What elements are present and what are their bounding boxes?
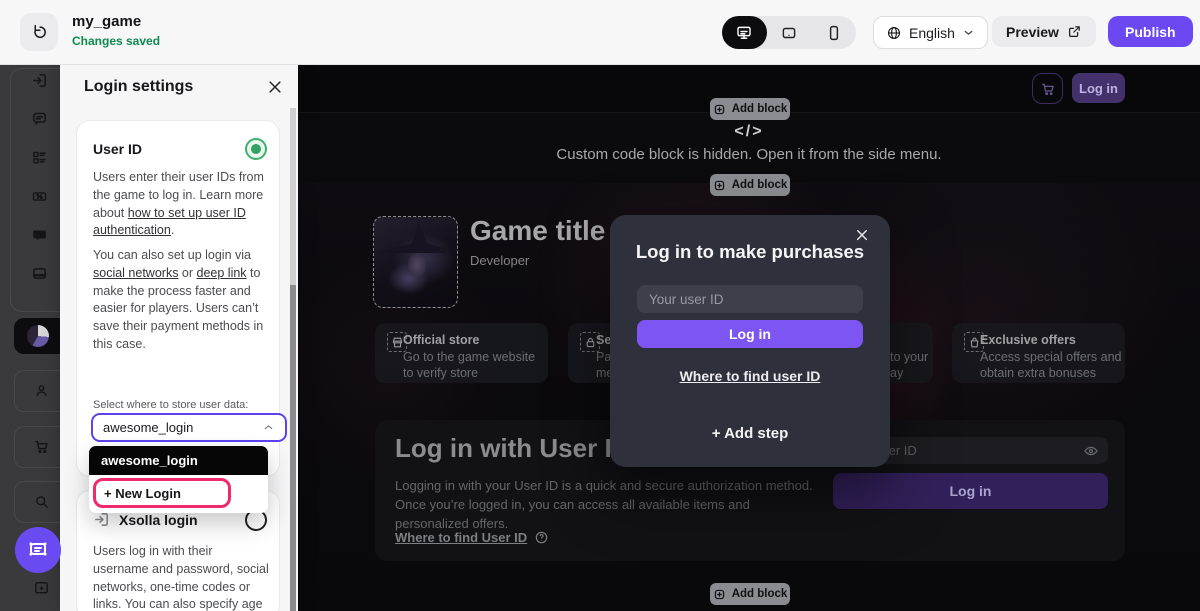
undo-icon — [30, 23, 48, 41]
xsolla-login-title: Xsolla login — [119, 512, 198, 528]
device-preview-switcher — [722, 16, 856, 49]
section-description: Logging in with your User ID is a quick … — [395, 477, 825, 534]
app-window: my_game Changes saved — [0, 0, 1200, 611]
login-settings-panel: Login settings User ID Users enter their… — [60, 64, 298, 611]
publish-button[interactable]: Publish — [1108, 16, 1193, 47]
login-project-dropdown: awesome_login + New Login — [89, 446, 268, 513]
game-title: Game title — [470, 215, 605, 247]
tablet-view-button[interactable] — [767, 16, 812, 49]
user-id-description-1: Users enter their user IDs from the game… — [93, 169, 267, 240]
banner-block-icon[interactable] — [31, 265, 48, 282]
game-cover-image[interactable] — [373, 216, 458, 308]
cover-art — [382, 223, 446, 253]
site-preview-canvas: Log in Add block </> Custom code block i… — [298, 64, 1200, 611]
publish-label: Publish — [1125, 24, 1176, 40]
modal-where-to-find-link[interactable]: Where to find user ID — [610, 368, 890, 384]
code-icon: </> — [298, 123, 1200, 141]
social-networks-link[interactable]: social networks — [93, 266, 178, 280]
add-block-button-top[interactable]: Add block — [710, 98, 790, 120]
preview-button[interactable]: Preview — [992, 16, 1096, 47]
login-project-select[interactable]: awesome_login — [91, 413, 287, 442]
person-icon — [33, 382, 50, 399]
language-value: English — [909, 25, 955, 41]
modal-login-button[interactable]: Log in — [637, 320, 863, 348]
panel-scrollbar-thumb[interactable] — [290, 285, 296, 611]
section-login-button[interactable]: Log in — [833, 473, 1108, 509]
project-title: my_game — [72, 13, 141, 30]
xsolla-login-icon — [93, 511, 110, 528]
helpdesk-chat-button[interactable] — [15, 527, 61, 573]
back-button[interactable] — [20, 13, 58, 51]
chevron-down-icon — [962, 26, 975, 39]
chat-widget-icon — [26, 538, 50, 562]
site-cart-button[interactable] — [1032, 73, 1063, 104]
mobile-icon — [825, 24, 843, 42]
blocks-grid-icon[interactable] — [31, 149, 48, 166]
builder-topbar: my_game Changes saved — [0, 0, 1200, 65]
preview-label: Preview — [1006, 24, 1059, 40]
language-selector[interactable]: English — [873, 16, 988, 49]
login-purchase-modal: Log in to make purchases Log in Where to… — [610, 215, 890, 467]
tablet-icon — [780, 24, 798, 42]
add-step-button[interactable]: + Add step — [610, 425, 890, 442]
section-title: Log in with User ID — [395, 433, 630, 464]
user-id-description-2: You can also set up login via social net… — [93, 247, 269, 354]
chevron-up-icon — [262, 421, 275, 434]
add-block-button-bottom[interactable]: Add block — [710, 583, 790, 605]
game-developer: Developer — [470, 253, 529, 268]
cart-icon — [33, 438, 50, 455]
add-block-button-middle[interactable]: Add block — [710, 174, 790, 196]
ticket-bottom-icon[interactable] — [33, 580, 50, 597]
desktop-view-button[interactable] — [722, 16, 767, 49]
panel-title: Login settings — [84, 78, 193, 96]
where-to-find-userid-link[interactable]: Where to find User ID — [395, 530, 527, 545]
globe-icon — [886, 25, 902, 41]
login-block-icon[interactable] — [31, 72, 48, 89]
modal-userid-input[interactable] — [637, 285, 863, 313]
xsolla-login-description: Users log in with their username and pas… — [93, 543, 269, 611]
dropdown-option-awesome-login[interactable]: awesome_login — [89, 446, 268, 475]
help-circle-icon[interactable] — [534, 530, 549, 545]
modal-title: Log in to make purchases — [610, 241, 890, 263]
store-user-data-label: Select where to store user data: — [93, 399, 248, 411]
panel-scrollbar — [290, 108, 296, 611]
eye-icon[interactable] — [1083, 443, 1099, 459]
game-avatar — [27, 325, 49, 347]
desktop-icon — [735, 24, 753, 42]
benefit-card-exclusive-offers[interactable]: Exclusive offers Access special offers a… — [952, 323, 1125, 383]
promo-ticket-icon[interactable] — [31, 188, 48, 205]
deep-link-link[interactable]: deep link — [197, 266, 247, 280]
user-id-title: User ID — [93, 141, 142, 157]
panel-close-icon[interactable] — [266, 78, 284, 96]
save-status: Changes saved — [72, 34, 160, 48]
custom-code-message: Custom code block is hidden. Open it fro… — [298, 146, 1200, 163]
user-id-option-card[interactable]: User ID Users enter their user IDs from … — [76, 120, 280, 477]
benefit-card-official-store[interactable]: Official store Go to the game website to… — [375, 323, 548, 383]
site-login-button-top[interactable]: Log in — [1072, 73, 1125, 103]
dropdown-option-new-login[interactable]: + New Login — [93, 478, 231, 508]
feedback-block-icon[interactable] — [31, 110, 48, 127]
search-icon — [33, 493, 50, 510]
chat-block-icon[interactable] — [31, 227, 48, 244]
mobile-view-button[interactable] — [811, 16, 856, 49]
external-link-icon — [1067, 24, 1082, 39]
user-id-radio-selected[interactable] — [245, 138, 267, 160]
